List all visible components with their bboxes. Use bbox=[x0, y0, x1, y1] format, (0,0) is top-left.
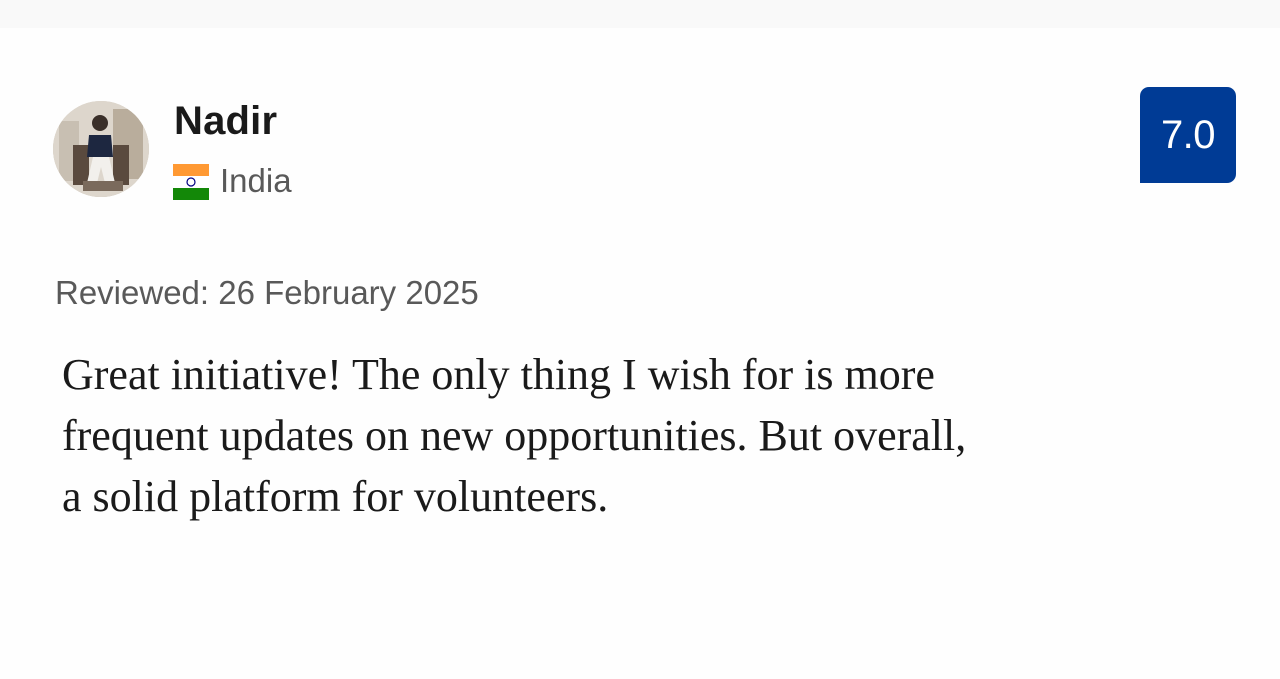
india-flag-icon bbox=[173, 164, 209, 200]
reviewer-avatar[interactable] bbox=[53, 101, 149, 197]
score-value: 7.0 bbox=[1160, 112, 1216, 157]
reviewer-country: India bbox=[220, 162, 292, 199]
reviewer-name: Nadir bbox=[174, 99, 278, 143]
review-body: Great initiative! The only thing I wish … bbox=[62, 350, 967, 521]
score-badge: 7.0 bbox=[1140, 87, 1236, 183]
avatar-photo-icon bbox=[53, 101, 149, 197]
top-strip bbox=[0, 0, 1280, 28]
review-date: Reviewed: 26 February 2025 bbox=[55, 274, 479, 311]
